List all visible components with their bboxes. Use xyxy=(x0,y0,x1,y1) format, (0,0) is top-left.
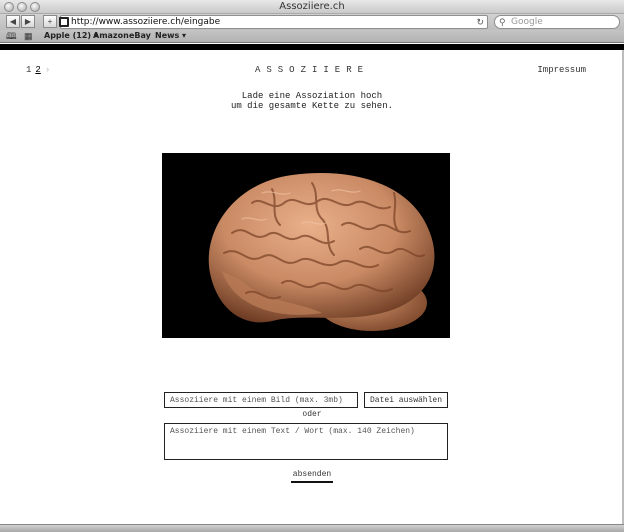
window-titlebar: Assoziiere.ch xyxy=(0,0,624,14)
add-bookmark-button[interactable]: + xyxy=(43,15,57,28)
site-favicon-icon xyxy=(59,17,69,27)
search-field[interactable]: ⚲ Google xyxy=(494,15,620,29)
choose-file-button[interactable]: Datei auswählen xyxy=(364,392,448,408)
association-image xyxy=(162,153,450,338)
image-upload-field[interactable]: Assoziiere mit einem Bild (max. 3mb) xyxy=(164,392,358,408)
window-title: Assoziiere.ch xyxy=(279,1,345,12)
reload-icon[interactable]: ↻ xyxy=(476,16,484,28)
forward-arrow-icon: ▶ xyxy=(24,17,32,26)
search-icon: ⚲ xyxy=(499,17,506,27)
bookmark-amazon[interactable]: Amazon xyxy=(93,30,129,42)
bookmark-ebay[interactable]: eBay xyxy=(129,30,151,42)
or-label: oder xyxy=(302,410,322,419)
forward-button[interactable]: ▶ xyxy=(21,15,35,28)
site-title[interactable]: ASSOZIIERE xyxy=(0,65,624,75)
plus-icon: + xyxy=(47,17,53,26)
bookmarks-bar: 🕮 ▦ Apple (12) ▾ Amazon eBay News ▾ xyxy=(0,30,624,43)
url-text: http://www.assoziiere.ch/eingabe xyxy=(71,17,221,27)
status-bar xyxy=(0,524,624,532)
brain-illustration xyxy=(208,173,435,331)
grid-icon[interactable]: ▦ xyxy=(24,31,33,42)
intro-line-1: Lade eine Assoziation hoch xyxy=(241,91,383,101)
back-arrow-icon: ◀ xyxy=(9,17,17,26)
back-button[interactable]: ◀ xyxy=(6,15,20,28)
submit-button[interactable]: absenden xyxy=(290,470,334,483)
bookmark-apple[interactable]: Apple (12) ▾ xyxy=(44,30,98,42)
intro-line-2: um die gesamte Kette zu sehen. xyxy=(230,101,394,111)
book-icon[interactable]: 🕮 xyxy=(6,31,17,42)
address-bar[interactable]: http://www.assoziiere.ch/eingabe ↻ xyxy=(59,15,488,29)
impressum-link[interactable]: Impressum xyxy=(537,65,586,75)
bookmark-news[interactable]: News ▾ xyxy=(155,30,186,42)
submit-row: absenden xyxy=(0,470,624,483)
browser-toolbar: ◀ ▶ + http://www.assoziiere.ch/eingabe ↻… xyxy=(0,14,624,30)
page-content: 1 2 › ASSOZIIERE Impressum Lade eine Assoz… xyxy=(0,50,624,524)
search-placeholder: Google xyxy=(511,17,543,27)
intro-text: Lade eine Assoziation hoch um die gesamt… xyxy=(0,91,624,111)
text-association-input[interactable]: Assoziiere mit einem Text / Wort (max. 1… xyxy=(164,423,448,460)
